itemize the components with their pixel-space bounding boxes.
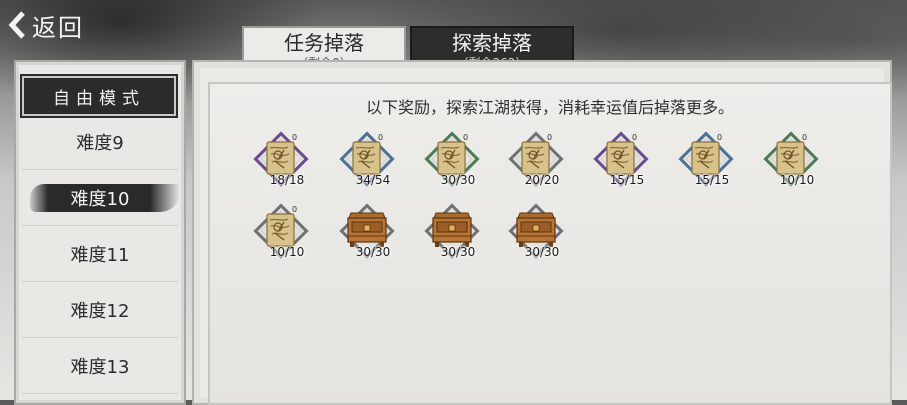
reward-badge: 0: [292, 205, 298, 214]
reward-count: 30/30: [440, 245, 476, 259]
reward-count: 18/18: [269, 173, 305, 187]
reward-count: 34/54: [355, 173, 391, 187]
reward-item-scroll[interactable]: 0 20/20: [503, 128, 569, 194]
reward-badge: 0: [378, 133, 384, 142]
reward-item-chest[interactable]: 30/30: [419, 200, 485, 266]
reward-count: 20/20: [524, 173, 560, 187]
back-button[interactable]: 返回: [4, 6, 114, 44]
chevron-left-icon: [4, 8, 30, 42]
difficulty-item-12[interactable]: 难度12: [22, 282, 178, 338]
reward-item-scroll[interactable]: 0 15/15: [588, 128, 654, 194]
reward-item-scroll[interactable]: 0 18/18: [248, 128, 314, 194]
reward-count: 30/30: [440, 173, 476, 187]
reward-item-scroll[interactable]: 0 34/54: [334, 128, 400, 194]
difficulty-label: 难度12: [70, 300, 130, 322]
reward-count: 30/30: [524, 245, 560, 259]
reward-badge: 0: [292, 133, 298, 142]
rewards-description: 以下奖励，探索江湖获得，消耗幸运值后掉落更多。: [365, 98, 734, 117]
back-label: 返回: [32, 13, 84, 42]
difficulty-item-11[interactable]: 难度11: [22, 226, 178, 282]
difficulty-item-9[interactable]: 难度9: [22, 114, 178, 170]
difficulty-label: 难度11: [70, 244, 130, 266]
difficulty-item-13[interactable]: 难度13: [22, 338, 178, 394]
difficulty-item-10[interactable]: 难度10: [22, 170, 180, 226]
difficulty-label: 难度13: [70, 356, 130, 378]
reward-item-chest[interactable]: 30/30: [334, 200, 400, 266]
reward-count: 15/15: [694, 173, 730, 187]
reward-item-scroll[interactable]: 0 15/15: [673, 128, 739, 194]
reward-item-scroll[interactable]: 0 10/10: [248, 200, 314, 266]
mode-title: 自由模式: [53, 88, 145, 109]
reward-count: 10/10: [779, 173, 815, 187]
tab-explore-drops-title: 探索掉落: [452, 31, 532, 55]
mode-header: 自由模式: [20, 74, 178, 118]
tab-task-drops-title: 任务掉落: [284, 31, 364, 55]
reward-item-scroll[interactable]: 0 10/10: [758, 128, 824, 194]
reward-badge: 0: [717, 133, 723, 142]
reward-count: 15/15: [609, 173, 645, 187]
reward-badge: 0: [463, 133, 469, 142]
reward-item-chest[interactable]: 30/30: [503, 200, 569, 266]
reward-badge: 0: [547, 133, 553, 142]
difficulty-label: 难度9: [76, 132, 124, 154]
reward-badge: 0: [632, 133, 638, 142]
reward-item-scroll[interactable]: 0 30/30: [419, 128, 485, 194]
reward-count: 10/10: [269, 245, 305, 259]
reward-count: 30/30: [355, 245, 391, 259]
difficulty-label: 难度10: [70, 188, 130, 210]
reward-badge: 0: [802, 133, 808, 142]
